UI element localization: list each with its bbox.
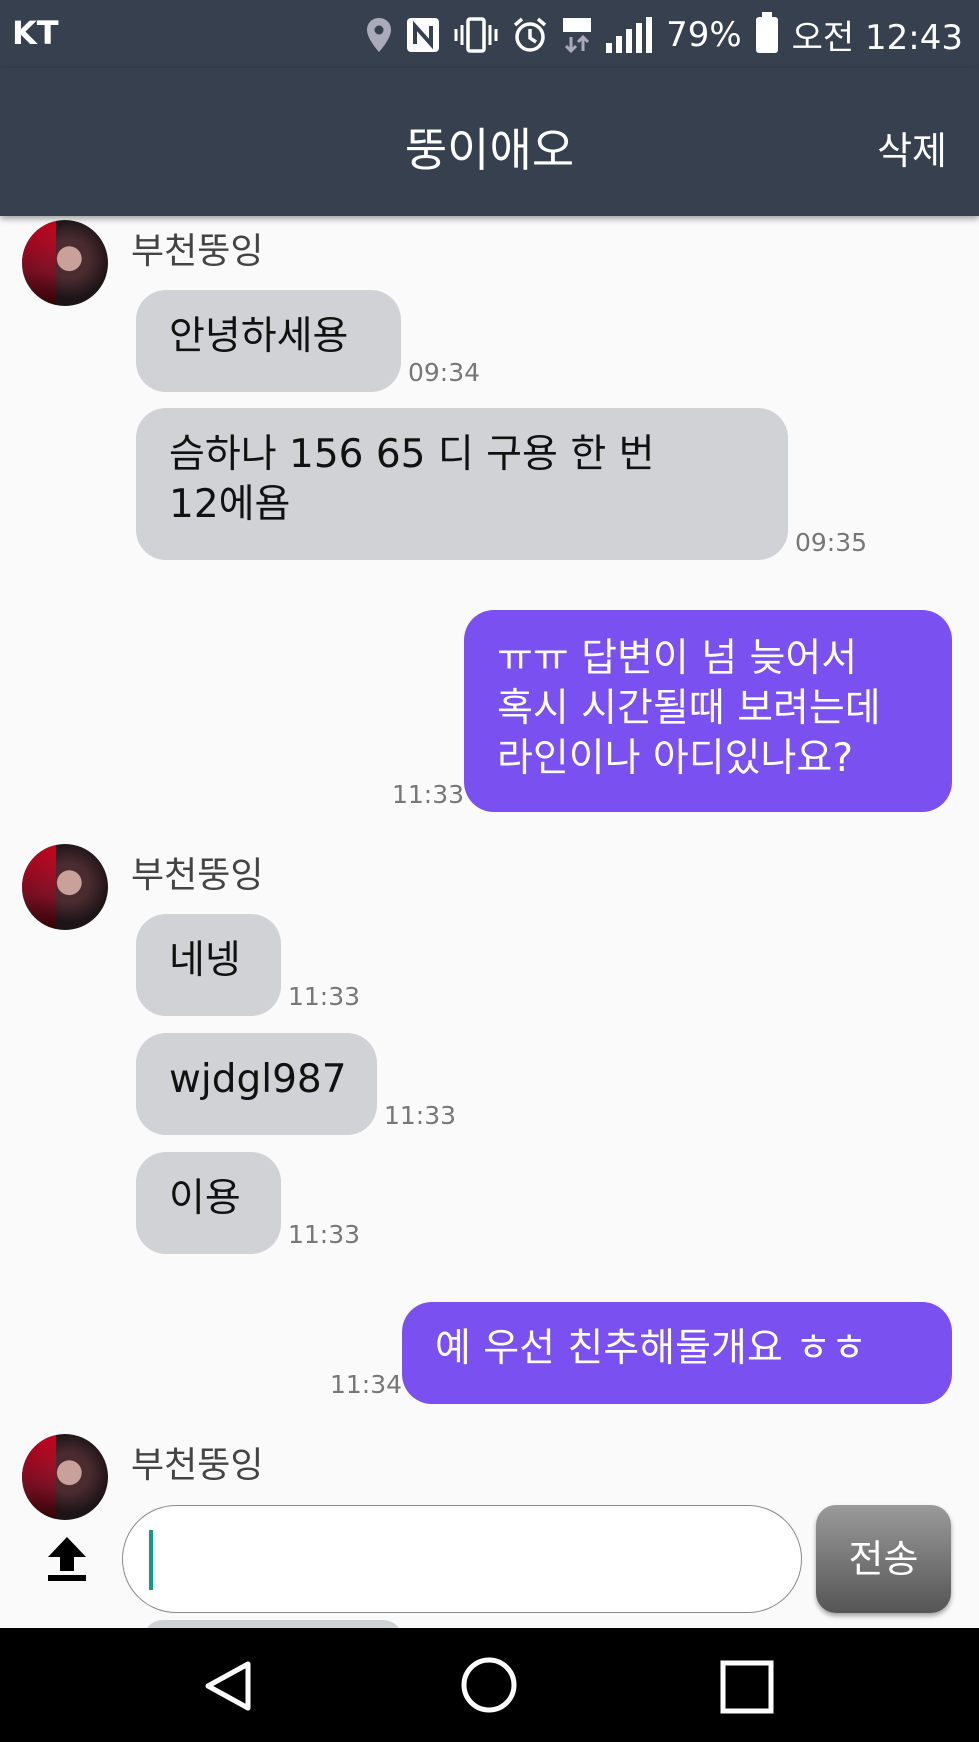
message-time: 11:33 [392, 780, 465, 809]
status-bar: KT 79% 오전 12:43 [0, 0, 979, 68]
message-time: 11:33 [384, 1101, 457, 1130]
message-text: 예 우선 친추해둘개요 ㅎㅎ [435, 1326, 867, 1371]
carrier-label: KT [12, 14, 59, 52]
text-caret [149, 1530, 153, 1590]
message-text: 이용 [169, 1176, 241, 1221]
avatar[interactable] [22, 220, 108, 306]
avatar[interactable] [22, 844, 108, 930]
alarm-icon [513, 17, 547, 52]
message-text: 안녕하세용 [169, 314, 349, 359]
message-bubble[interactable]: 안녕하세용 [136, 290, 401, 392]
sender-name: 부천뚱잉 [131, 855, 264, 896]
message-bubble[interactable]: ㅠㅠ 답변이 넘 늦어서 혹시 시간될때 보려는데 라인이나 아디있나요? [464, 610, 952, 812]
nfc-icon [407, 17, 440, 52]
app-bar: 뚱이애오 삭제 [0, 68, 979, 216]
chat-list[interactable]: 부천뚱잉 안녕하세용 09:34 슴하나 156 65 디 구용 한 번 12에… [0, 216, 979, 1628]
message-time: 11:33 [288, 1220, 361, 1249]
recents-icon[interactable] [720, 1660, 774, 1714]
message-bubble[interactable]: 네넹 [136, 914, 281, 1016]
navigation-bar [0, 1628, 979, 1742]
message-bubble[interactable]: wjdgl987 [136, 1033, 377, 1135]
signal-icon [606, 16, 653, 53]
message-bubble[interactable]: 슴하나 156 65 디 구용 한 번 12에욤 [136, 408, 788, 560]
battery-icon [755, 11, 778, 53]
sender-name: 부천뚱잉 [131, 1445, 264, 1486]
chat-title: 뚱이애오 [404, 123, 575, 177]
message-text: 라인이나 아디있나요? [497, 736, 854, 781]
message-time: 09:35 [795, 528, 868, 557]
message-text: 12에욤 [169, 482, 291, 527]
message-input[interactable] [122, 1505, 802, 1613]
message-composer: 전송 [0, 1505, 979, 1628]
message-time: 11:33 [288, 982, 361, 1011]
message-time: 09:34 [408, 358, 481, 387]
send-button[interactable]: 전송 [816, 1505, 951, 1613]
clock: 오전 12:43 [791, 18, 963, 58]
message-text: 네넹 [169, 938, 241, 983]
location-icon [367, 17, 392, 52]
message-text: 슴하나 156 65 디 구용 한 번 [169, 432, 655, 477]
lte-icon [563, 17, 592, 53]
message-text: 혹시 시간될때 보려는데 [497, 686, 881, 731]
message-time: 11:34 [330, 1370, 403, 1399]
delete-button[interactable]: 삭제 [877, 120, 947, 175]
message-bubble[interactable]: 예 우선 친추해둘개요 ㅎㅎ [402, 1302, 952, 1404]
message-text: ㅠㅠ 답변이 넘 늦어서 [497, 636, 858, 681]
back-icon[interactable] [200, 1658, 256, 1714]
message-bubble[interactable]: 이용 [136, 1152, 281, 1254]
sender-name: 부천뚱잉 [131, 231, 264, 272]
home-icon[interactable] [460, 1656, 518, 1714]
battery-percent: 79% [666, 14, 742, 55]
upload-icon[interactable] [44, 1535, 90, 1583]
vibrate-icon [454, 16, 498, 53]
message-text: wjdgl987 [169, 1057, 347, 1102]
